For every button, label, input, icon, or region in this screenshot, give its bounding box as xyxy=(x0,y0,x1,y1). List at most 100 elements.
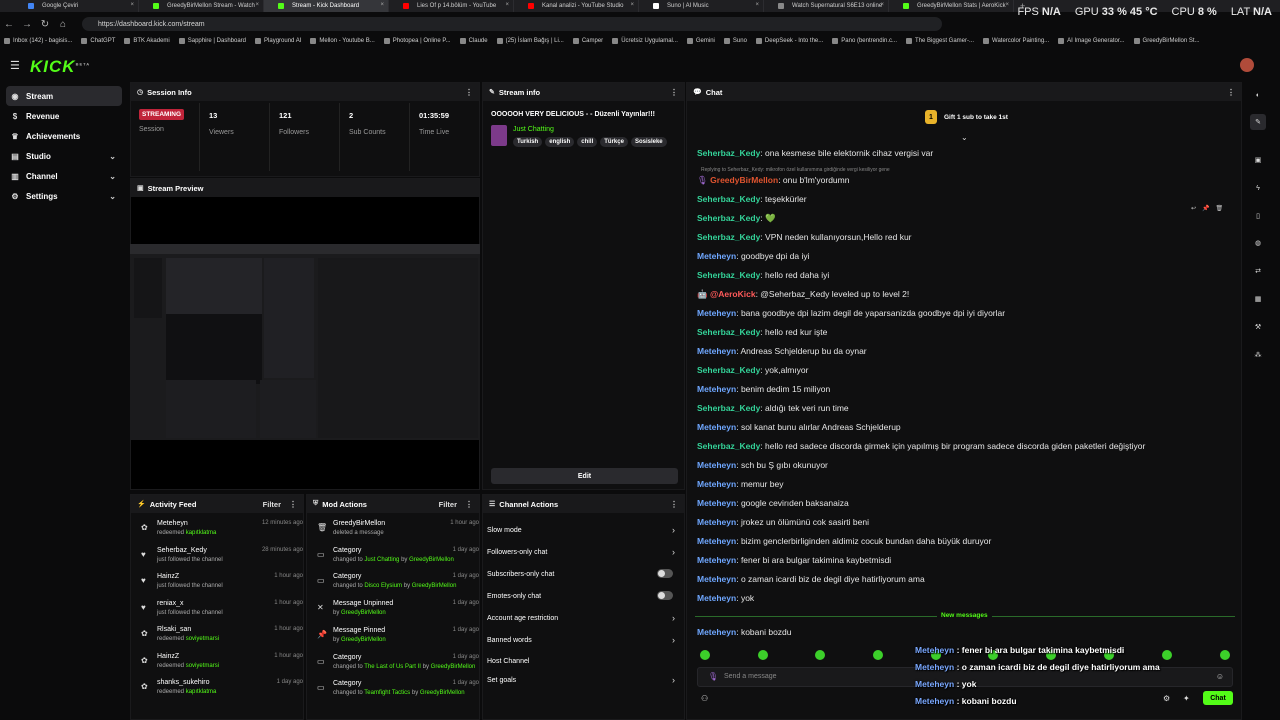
bookmark-item[interactable]: Suno xyxy=(723,38,747,44)
close-icon[interactable]: × xyxy=(630,2,634,8)
chat-username[interactable]: Meteheyn xyxy=(697,593,736,603)
screen-icon[interactable]: ▣ xyxy=(1250,152,1266,168)
browser-tab[interactable]: Google Çeviri × xyxy=(14,0,139,12)
chat-username[interactable]: Seherbaz_Kedy xyxy=(697,213,760,223)
bookmark-item[interactable]: Pano (bentrendin.c... xyxy=(832,38,897,44)
activity-user[interactable]: Seherbaz_Kedy xyxy=(157,547,207,554)
chevron-down-icon[interactable]: ⌄ xyxy=(109,192,116,201)
chat-username[interactable]: Meteheyn xyxy=(697,555,736,565)
home-icon[interactable]: ⌂ xyxy=(54,19,72,30)
sidebar-item-studio[interactable]: ▤ Studio ⌄ xyxy=(6,146,122,166)
chat-username[interactable]: Seherbaz_Kedy xyxy=(697,327,760,337)
bookmark-item[interactable]: Inbox (142) - bagisis... xyxy=(4,38,72,44)
tag-chip[interactable]: english xyxy=(545,137,575,147)
bookmark-item[interactable]: Photopea | Online P... xyxy=(383,38,451,44)
channel-action-host-channel[interactable]: Host Channel xyxy=(487,652,679,670)
bookmark-item[interactable]: Playground AI xyxy=(255,38,301,44)
close-icon[interactable]: × xyxy=(130,2,134,8)
category-link[interactable]: Just Chatting xyxy=(513,126,554,133)
bookmark-item[interactable]: GreedyBirMellon St... xyxy=(1133,38,1200,44)
trash-icon[interactable]: ▯ xyxy=(1250,208,1266,224)
chat-username[interactable]: Seherbaz_Kedy xyxy=(697,194,760,204)
tag-chip[interactable]: Sosisleke xyxy=(630,137,667,147)
channel-action-set-goals[interactable]: Set goals › xyxy=(487,671,679,689)
activity-user[interactable]: Meteheyn xyxy=(157,520,188,527)
more-icon[interactable]: ⋮ xyxy=(465,500,473,509)
close-icon[interactable]: × xyxy=(505,2,509,8)
avatar[interactable] xyxy=(1240,58,1254,72)
bookmark-item[interactable]: The Biggest Gamer-... xyxy=(905,38,974,44)
browser-tab[interactable]: Suno | AI Music × xyxy=(639,0,764,12)
reply-icon[interactable]: ↩ xyxy=(1191,205,1196,212)
toggle-switch[interactable] xyxy=(657,591,673,600)
forward-icon[interactable]: → xyxy=(18,19,36,30)
bookmark-item[interactable]: Gemini xyxy=(686,38,715,44)
sidebar-item-stream[interactable]: ◉ Stream xyxy=(6,86,122,106)
activity-user[interactable]: Rlsaki_san xyxy=(157,626,191,633)
menu-icon[interactable]: ☰ xyxy=(10,59,20,72)
more-icon[interactable]: ⋮ xyxy=(289,500,297,509)
channel-action-followers-only-chat[interactable]: Followers-only chat › xyxy=(487,543,679,561)
filter-button[interactable]: Filter xyxy=(439,500,457,509)
chat-username[interactable]: Meteheyn xyxy=(697,574,736,584)
tag-chip[interactable]: chill xyxy=(577,137,598,147)
pin-icon[interactable]: 📌 xyxy=(1202,205,1209,212)
close-icon[interactable]: × xyxy=(755,2,759,8)
bookmark-item[interactable]: Mellon - Youtube B... xyxy=(310,38,375,44)
bookmark-item[interactable]: Watercolor Painting... xyxy=(983,38,1049,44)
channel-action-emotes-only-chat[interactable]: Emotes-only chat xyxy=(487,587,679,605)
collapse-icon[interactable]: ⌄ xyxy=(961,133,968,142)
channel-action-subscribers-only-chat[interactable]: Subscribers-only chat xyxy=(487,565,679,583)
chat-username[interactable]: GreedyBirMellon xyxy=(710,175,778,185)
chevron-down-icon[interactable]: ⌄ xyxy=(109,172,116,181)
browser-tab[interactable]: Kanal analizi - YouTube Studio × xyxy=(514,0,639,12)
sidebar-item-revenue[interactable]: $ Revenue xyxy=(6,106,122,126)
activity-user[interactable]: reniax_x xyxy=(157,600,183,607)
chat-username[interactable]: Meteheyn xyxy=(697,498,736,508)
more-icon[interactable]: ⋮ xyxy=(465,88,473,97)
chat-username[interactable]: Meteheyn xyxy=(697,536,736,546)
filter-button[interactable]: Filter xyxy=(263,500,281,509)
wrench-icon[interactable]: ⚒ xyxy=(1250,319,1266,335)
tag-chip[interactable]: Turkish xyxy=(513,137,543,147)
chevron-right-icon[interactable]: › xyxy=(672,675,675,685)
bookmark-item[interactable]: Camper xyxy=(572,38,603,44)
close-icon[interactable]: × xyxy=(880,2,884,8)
bookmark-item[interactable]: (25) İslam Bağış | Li... xyxy=(496,38,564,44)
close-icon[interactable]: × xyxy=(1005,2,1009,8)
pencil-icon[interactable]: ✎ xyxy=(1250,114,1266,130)
sidebar-item-settings[interactable]: ⚙ Settings ⌄ xyxy=(6,186,122,206)
activity-user[interactable]: HainzZ xyxy=(157,573,179,580)
more-icon[interactable]: ⋮ xyxy=(670,88,678,97)
edit-button[interactable]: Edit xyxy=(491,468,678,484)
chat-username[interactable]: Seherbaz_Kedy xyxy=(697,148,760,158)
chat-username[interactable]: Meteheyn xyxy=(697,422,736,432)
chat-username[interactable]: Meteheyn xyxy=(697,251,736,261)
browser-tab[interactable]: Lies Of p 14.bölüm - YouTube × xyxy=(389,0,514,12)
chevron-right-icon[interactable]: › xyxy=(672,547,675,557)
chat-username[interactable]: Seherbaz_Kedy xyxy=(697,365,760,375)
chat-username[interactable]: @AeroKick xyxy=(710,289,756,299)
emoji-icon[interactable]: ☺ xyxy=(1216,672,1224,681)
apps-icon[interactable]: ⁂ xyxy=(1250,347,1266,363)
chat-tools-icon[interactable]: ⚇ xyxy=(701,694,708,703)
bookmark-item[interactable]: Claude xyxy=(459,38,488,44)
browser-tab[interactable]: GreedyBirMellon Stream - Watch × xyxy=(139,0,264,12)
mic-icon[interactable]: 🎙 xyxy=(708,672,718,681)
chevron-right-icon[interactable]: › xyxy=(672,525,675,535)
channel-action-banned-words[interactable]: Banned words › xyxy=(487,631,679,649)
chat-username[interactable]: Meteheyn xyxy=(697,517,736,527)
bookmark-item[interactable]: AI Image Generator... xyxy=(1058,38,1125,44)
chat-username[interactable]: Seherbaz_Kedy xyxy=(697,232,760,242)
kick-logo[interactable]: KICKBETA xyxy=(30,57,90,77)
chat-username[interactable]: Meteheyn xyxy=(697,627,736,637)
chat-username[interactable]: Seherbaz_Kedy xyxy=(697,270,760,280)
bookmark-item[interactable]: Sapphire | Dashboard xyxy=(178,38,246,44)
chat-username[interactable]: Seherbaz_Kedy xyxy=(697,441,760,451)
chat-username[interactable]: Meteheyn xyxy=(697,479,736,489)
moon-icon[interactable]: ◐ xyxy=(1250,87,1266,103)
bookmark-item[interactable]: BTK Akademi xyxy=(124,38,170,44)
chevron-down-icon[interactable]: ⌄ xyxy=(109,152,116,161)
close-icon[interactable]: × xyxy=(380,2,384,8)
gear-icon[interactable]: ⚙ xyxy=(1163,694,1170,703)
